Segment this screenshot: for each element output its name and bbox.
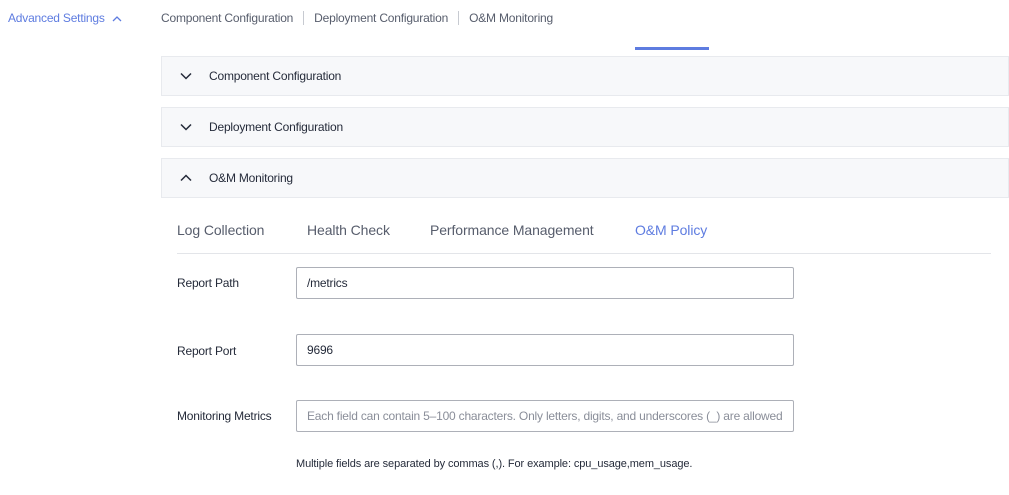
divider [303,11,305,25]
report-port-input[interactable] [296,334,794,366]
chevron-down-icon [180,123,192,131]
anchor-om-monitoring[interactable]: O&M Monitoring [469,11,553,25]
panel-header-om-monitoring[interactable]: O&M Monitoring [161,158,1009,198]
monitoring-metrics-input[interactable] [296,400,794,432]
om-tabs: Log Collection Health Check Performance … [177,204,991,254]
chevron-up-icon [112,15,122,21]
chevron-down-icon [180,72,192,80]
panel-header-deployment-configuration[interactable]: Deployment Configuration [161,107,1009,147]
panel-title: O&M Monitoring [209,171,293,185]
panel-title: Component Configuration [209,69,342,83]
advanced-settings-label: Advanced Settings [8,11,105,25]
top-bar: Advanced Settings Component Configuratio… [0,0,1009,38]
tab-log-collection[interactable]: Log Collection [177,222,264,238]
panel-title: Deployment Configuration [209,120,343,134]
chevron-up-icon [180,174,192,182]
anchor-component-configuration[interactable]: Component Configuration [161,11,293,25]
anchor-nav: Component Configuration Deployment Confi… [161,11,553,25]
report-path-label: Report Path [177,276,239,290]
anchor-deployment-configuration[interactable]: Deployment Configuration [314,11,448,25]
monitoring-metrics-hint: Multiple fields are separated by commas … [296,458,693,470]
divider [458,11,460,25]
panel-header-component-configuration[interactable]: Component Configuration [161,56,1009,96]
active-tab-indicator [635,47,709,50]
report-port-label: Report Port [177,344,237,358]
report-path-input[interactable] [296,267,794,299]
tab-health-check[interactable]: Health Check [307,222,390,238]
tab-om-policy[interactable]: O&M Policy [635,222,707,238]
advanced-settings-toggle[interactable]: Advanced Settings [8,11,122,25]
monitoring-metrics-label: Monitoring Metrics [177,409,272,423]
tab-performance-management[interactable]: Performance Management [430,222,594,238]
